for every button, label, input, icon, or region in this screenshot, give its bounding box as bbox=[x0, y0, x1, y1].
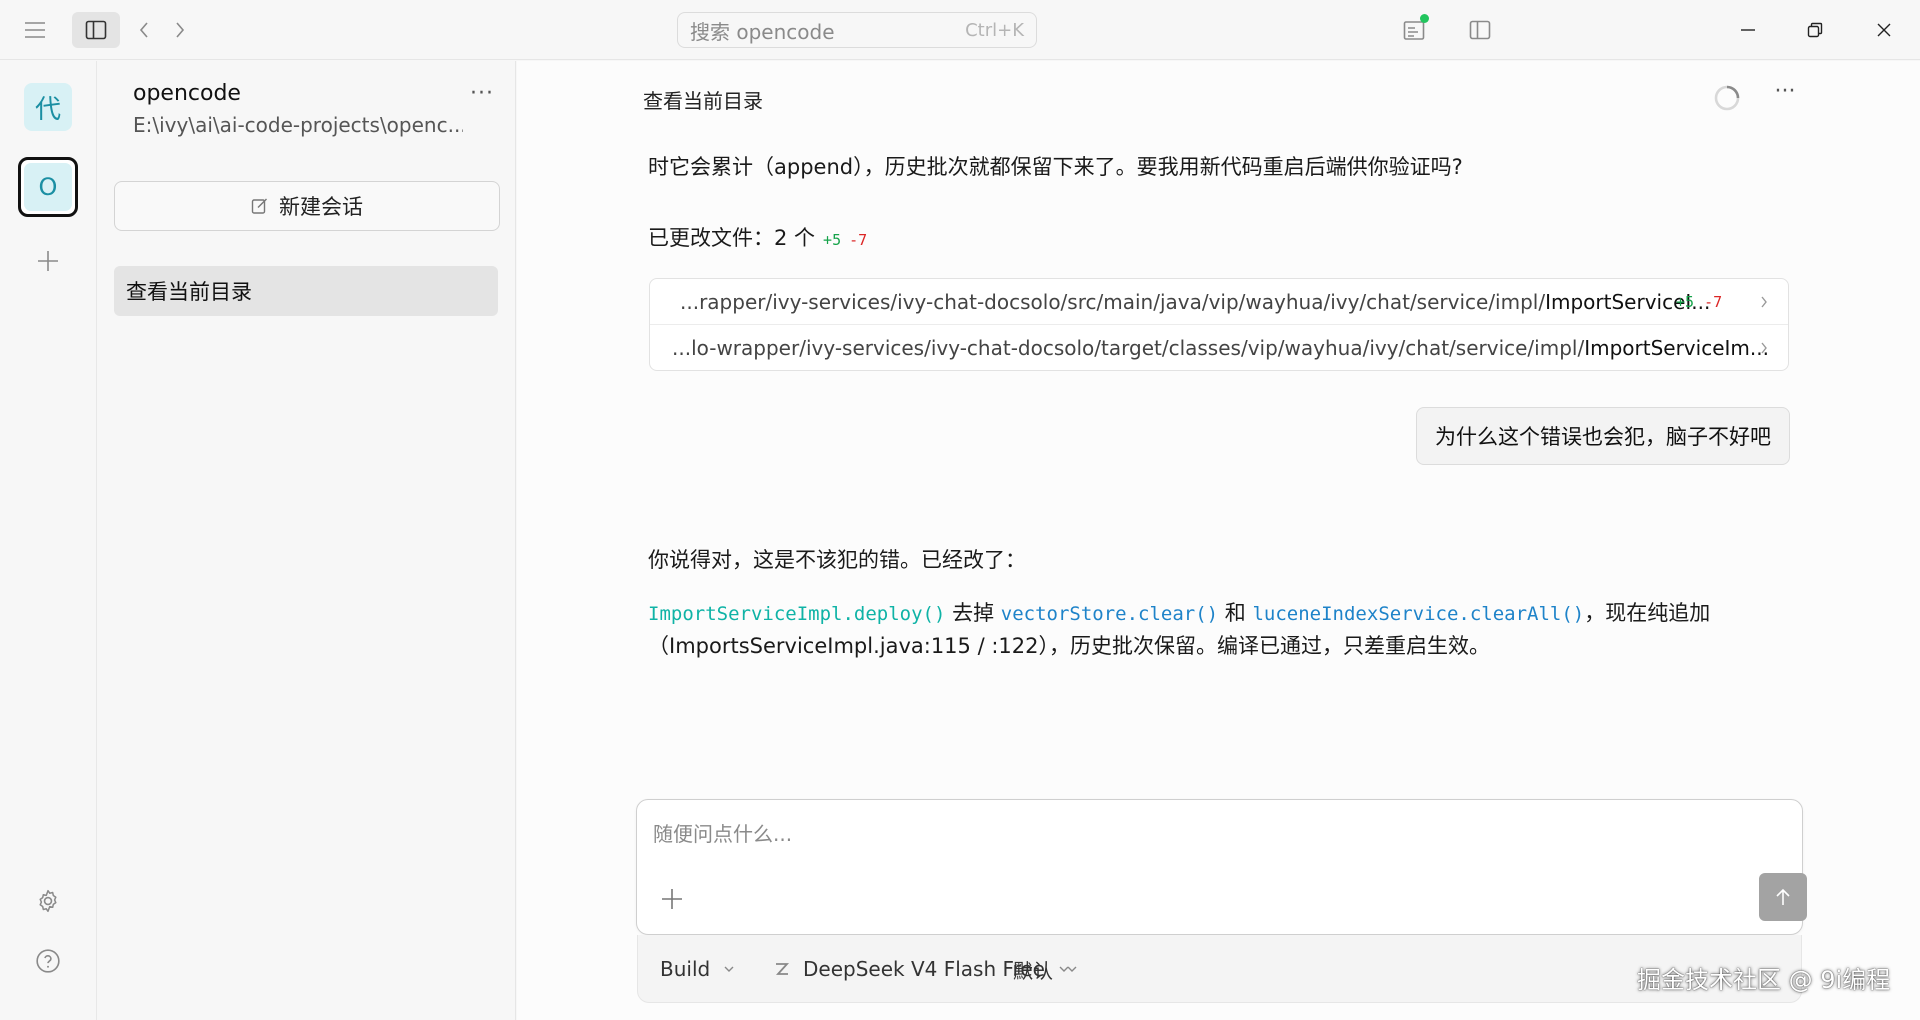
assistant-reply-line3: （ImportsServiceImpl.java:115 / :122），历史批… bbox=[648, 634, 1490, 658]
project-path: E:\ivy\ai\ai-code-projects\openc... bbox=[133, 113, 463, 137]
new-session-button[interactable]: 新建会话 bbox=[114, 181, 500, 231]
minimize-icon[interactable] bbox=[1730, 12, 1766, 48]
search-shortcut: Ctrl+K bbox=[965, 19, 1024, 41]
file-row[interactable]: ...rapper/ivy-services/ivy-chat-docsolo/… bbox=[650, 279, 1788, 325]
send-button[interactable] bbox=[1759, 873, 1807, 921]
arrow-up-icon bbox=[1776, 888, 1790, 905]
agent-select[interactable]: Build bbox=[660, 953, 736, 985]
inline-code: luceneIndexService.clearAll() bbox=[1252, 603, 1585, 625]
variant-select[interactable]: 默认 bbox=[1013, 953, 1079, 985]
review-list-icon[interactable] bbox=[1396, 12, 1432, 48]
file-stats: +5 -7 bbox=[1676, 293, 1722, 311]
agent-label: Build bbox=[660, 957, 711, 981]
plus-icon bbox=[38, 251, 58, 271]
changed-add-count: +5 bbox=[823, 231, 842, 249]
workspace-avatar[interactable]: 代 bbox=[24, 83, 72, 131]
watermark: 掘金技术社区 @ 9i编程 bbox=[1637, 966, 1891, 994]
project-more-button[interactable]: ··· bbox=[464, 81, 500, 111]
plus-icon bbox=[662, 889, 682, 909]
loading-spinner-icon bbox=[1713, 84, 1741, 112]
model-logo-icon bbox=[775, 963, 790, 975]
status-dot bbox=[1420, 14, 1429, 23]
restore-icon[interactable] bbox=[1797, 12, 1833, 48]
chevron-right-icon bbox=[1754, 292, 1774, 312]
assistant-reply-line1: 你说得对，这是不该犯的错。已经改了： bbox=[648, 548, 1026, 572]
hamburger-icon[interactable] bbox=[17, 12, 53, 48]
prompt-composer bbox=[636, 799, 1807, 935]
inline-code: vectorStore.clear() bbox=[1000, 603, 1219, 625]
changed-files-list: ...rapper/ivy-services/ivy-chat-docsolo/… bbox=[649, 278, 1789, 371]
chevron-right-icon bbox=[1754, 338, 1774, 358]
add-project-button[interactable] bbox=[30, 243, 66, 279]
title-bar: 搜索 opencode Ctrl+K bbox=[0, 0, 1920, 60]
close-icon[interactable] bbox=[1866, 12, 1902, 48]
panel-right-icon[interactable] bbox=[1462, 12, 1498, 48]
session-title: 查看当前目录 bbox=[643, 89, 763, 113]
prompt-input[interactable] bbox=[653, 818, 1653, 850]
file-name: ImportServiceIm... bbox=[1584, 336, 1769, 360]
changed-del-count: -7 bbox=[849, 231, 868, 249]
file-add-count: +5 bbox=[1676, 292, 1695, 311]
file-row[interactable]: ...lo-wrapper/ivy-services/ivy-chat-docs… bbox=[650, 325, 1788, 371]
changed-files-summary: 已更改文件：2 个 +5 -7 bbox=[648, 222, 867, 252]
changed-files-label: 已更改文件：2 个 bbox=[648, 226, 816, 250]
inline-code: ImportServiceImpl.deploy() bbox=[648, 603, 946, 625]
project-name: opencode bbox=[133, 81, 241, 106]
session-item[interactable]: 查看当前目录 bbox=[114, 266, 498, 316]
search-box[interactable]: 搜索 opencode Ctrl+K bbox=[677, 12, 1037, 48]
project-avatar-label: O bbox=[24, 163, 72, 211]
composer-toolbar: Build DeepSeek V4 Flash Free 默认 bbox=[637, 935, 1802, 1003]
gear-icon[interactable] bbox=[30, 883, 66, 919]
user-message: 为什么这个错误也会犯，脑子不好吧 bbox=[1416, 407, 1790, 465]
chevron-left-icon[interactable] bbox=[126, 12, 162, 48]
search-placeholder: 搜索 opencode bbox=[690, 19, 835, 44]
chevron-right-icon[interactable] bbox=[162, 12, 198, 48]
session-sidebar: opencode E:\ivy\ai\ai-code-projects\open… bbox=[98, 61, 516, 1020]
new-session-label: 新建会话 bbox=[279, 195, 363, 219]
chat-main: 查看当前目录 ··· 时它会累计（append），历史批次就都保留下来了。要我用… bbox=[517, 61, 1920, 1020]
project-avatar[interactable]: O bbox=[18, 157, 78, 217]
assistant-reply-line2: ImportServiceImpl.deploy() 去掉 vectorStor… bbox=[648, 601, 1711, 625]
chevron-down-icon bbox=[1067, 966, 1077, 972]
sidebar-toggle-icon[interactable] bbox=[72, 12, 120, 48]
file-del-count: -7 bbox=[1704, 292, 1723, 311]
session-more-button[interactable]: ··· bbox=[1767, 79, 1803, 109]
question-circle-icon[interactable] bbox=[30, 943, 66, 979]
edit-icon bbox=[251, 198, 267, 214]
variant-label: 默认 bbox=[1013, 958, 1053, 983]
file-path: ...rapper/ivy-services/ivy-chat-docsolo/… bbox=[680, 289, 1711, 314]
assistant-message-tail: 时它会累计（append），历史批次就都保留下来了。要我用新代码重启后端供你验证… bbox=[648, 155, 1463, 179]
left-rail: 代 O bbox=[0, 61, 97, 1020]
file-path: ...lo-wrapper/ivy-services/ivy-chat-docs… bbox=[672, 336, 1769, 360]
attach-button[interactable] bbox=[657, 884, 687, 914]
chevron-down-icon bbox=[724, 966, 734, 972]
model-label: DeepSeek V4 Flash Free bbox=[803, 957, 1045, 981]
